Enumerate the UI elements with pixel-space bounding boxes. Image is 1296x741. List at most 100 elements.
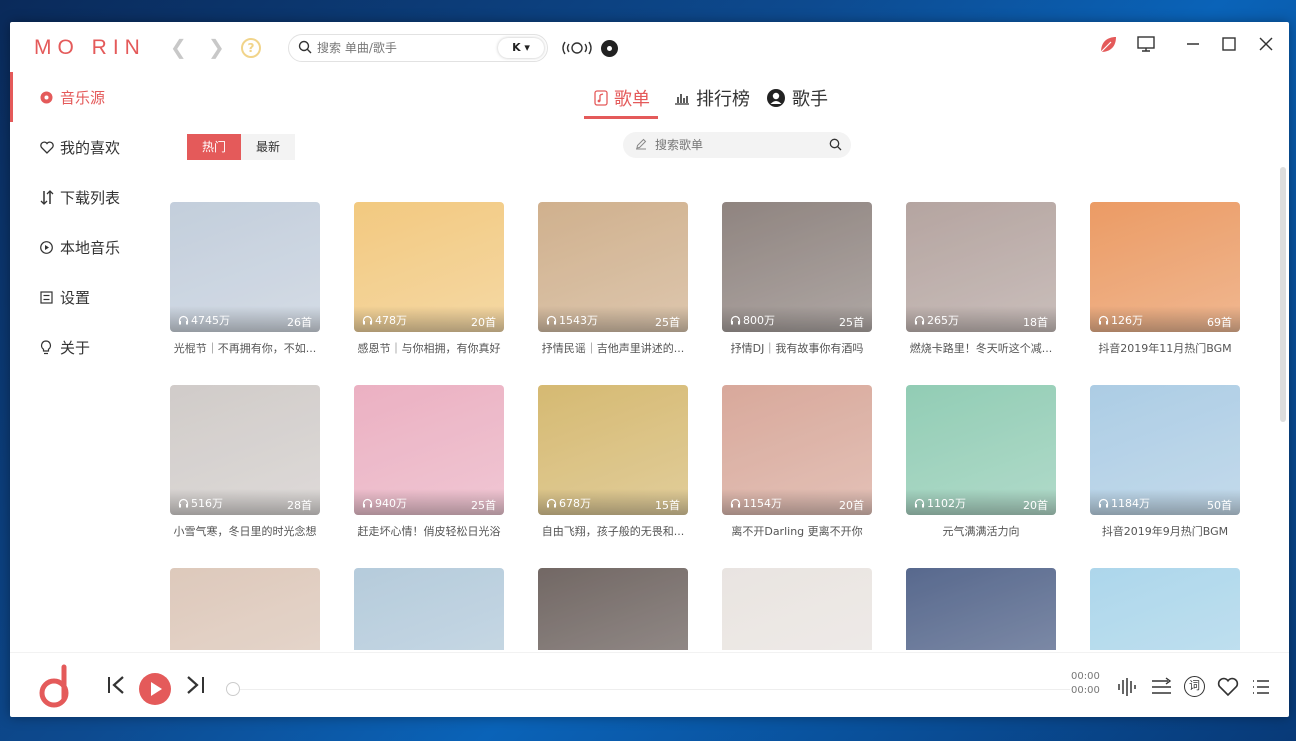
playlist-title[interactable]: 元气满满活力向 (906, 523, 1056, 539)
heart-icon[interactable] (1217, 677, 1239, 697)
time-total: 00:00 (1071, 685, 1100, 696)
play-count-text: 265万 (927, 314, 959, 327)
play-mode-icon[interactable] (1151, 677, 1173, 697)
sound-wave-icon[interactable] (560, 38, 594, 58)
tab-artists[interactable]: 歌手 (766, 80, 828, 116)
playlist-search-input[interactable] (655, 136, 815, 154)
playlist-cover[interactable] (538, 568, 688, 650)
playlist-title[interactable]: 感恩节｜与你相拥，有你真好 (354, 340, 504, 356)
previous-icon[interactable] (106, 675, 128, 695)
play-count-text: 478万 (375, 314, 407, 327)
playlist-card[interactable] (906, 568, 1056, 650)
playlist-title[interactable]: 抒情民谣｜吉他声里讲述的... (538, 340, 688, 356)
play-count: 4745万 (178, 312, 230, 328)
playlist-cover[interactable]: 126万 69首 (1090, 202, 1240, 332)
playlist-cover[interactable]: 516万 28首 (170, 385, 320, 515)
playlist-title[interactable]: 小雪气寒，冬日里的时光念想 (170, 523, 320, 539)
playlist-cover[interactable]: 1154万 20首 (722, 385, 872, 515)
playlist-card[interactable]: 265万 18首燃烧卡路里！冬天听这个减... (906, 202, 1056, 356)
playlist-title[interactable]: 离不开Darling 更离不开你 (722, 523, 872, 539)
sidebar-item-local-music[interactable]: 本地音乐 (10, 222, 160, 272)
play-count: 800万 (730, 312, 775, 328)
tab-charts[interactable]: 排行榜 (674, 80, 750, 116)
play-count: 1102万 (914, 495, 966, 511)
play-button[interactable] (139, 673, 171, 705)
playlist-card[interactable]: 800万 25首抒情DJ｜我有故事你有酒吗 (722, 202, 872, 356)
search-icon[interactable] (829, 138, 842, 151)
playlist-cover[interactable]: 265万 18首 (906, 202, 1056, 332)
maximize-icon[interactable] (1221, 34, 1237, 54)
playlist-cover[interactable]: 4745万 26首 (170, 202, 320, 332)
playlist-card[interactable]: 1102万 20首元气满满活力向 (906, 385, 1056, 539)
leaf-icon[interactable] (1097, 34, 1119, 56)
back-arrow-icon[interactable]: ❮ (170, 35, 187, 59)
app-window: MO RIN ❮ ❯ ? K ▾ (10, 22, 1289, 717)
playlist-card[interactable]: 4745万 26首光棍节｜不再拥有你，不如... (170, 202, 320, 356)
playlist-card[interactable] (722, 568, 872, 650)
sound-effect-icon[interactable] (1117, 677, 1137, 697)
monitor-icon[interactable] (1136, 34, 1156, 54)
playlist-card[interactable] (170, 568, 320, 650)
playlist-card[interactable]: 1154万 20首离不开Darling 更离不开你 (722, 385, 872, 539)
playlist-card[interactable]: 478万 20首感恩节｜与你相拥，有你真好 (354, 202, 504, 356)
playlist-cover[interactable] (354, 568, 504, 650)
playlist-card[interactable]: 516万 28首小雪气寒，冬日里的时光念想 (170, 385, 320, 539)
next-icon[interactable] (184, 675, 206, 695)
playlist-cover[interactable] (170, 568, 320, 650)
playlist-cover[interactable]: 678万 15首 (538, 385, 688, 515)
headphones-icon (1098, 315, 1109, 325)
close-icon[interactable] (1258, 34, 1274, 54)
sort-filter: 热门 最新 (187, 134, 295, 160)
sidebar-item-favorites[interactable]: 我的喜欢 (10, 122, 160, 172)
playlist-title[interactable]: 抖音2019年9月热门BGM (1090, 523, 1240, 539)
track-count: 18首 (1023, 316, 1048, 329)
playlist-cover[interactable]: 1184万 50首 (1090, 385, 1240, 515)
sidebar-item-music-source[interactable]: 音乐源 (10, 72, 160, 122)
headphones-icon (546, 498, 557, 508)
scrollbar[interactable] (1280, 167, 1286, 422)
engine-select[interactable]: K ▾ (498, 38, 544, 58)
playlist-title[interactable]: 赶走坏心情！俏皮轻松日光浴 (354, 523, 504, 539)
playlist-title[interactable]: 抒情DJ｜我有故事你有酒吗 (722, 340, 872, 356)
playlist-queue-icon[interactable] (1251, 677, 1271, 697)
playlist-cover[interactable]: 940万 25首 (354, 385, 504, 515)
playlist-cover[interactable]: 1543万 25首 (538, 202, 688, 332)
forward-arrow-icon[interactable]: ❯ (208, 35, 225, 59)
sidebar-item-settings[interactable]: 设置 (10, 272, 160, 322)
playlist-cover[interactable]: 1102万 20首 (906, 385, 1056, 515)
playlist-card[interactable]: 1543万 25首抒情民谣｜吉他声里讲述的... (538, 202, 688, 356)
playlist-title[interactable]: 光棍节｜不再拥有你，不如... (170, 340, 320, 356)
playlist-card[interactable]: 126万 69首抖音2019年11月热门BGM (1090, 202, 1240, 356)
sidebar-item-downloads[interactable]: 下载列表 (10, 172, 160, 222)
playlist-card[interactable] (1090, 568, 1240, 650)
sidebar-item-about[interactable]: 关于 (10, 322, 160, 372)
filter-new-button[interactable]: 最新 (241, 134, 295, 160)
playlist-card[interactable]: 678万 15首自由飞翔，孩子般的无畏和... (538, 385, 688, 539)
playlist-cover[interactable] (906, 568, 1056, 650)
progress-knob[interactable] (226, 682, 240, 696)
lyrics-button[interactable]: 词 (1184, 676, 1205, 697)
sidebar-item-label: 关于 (60, 338, 91, 357)
help-icon[interactable]: ? (241, 38, 261, 58)
playlist-title[interactable]: 自由飞翔，孩子般的无畏和... (538, 523, 688, 539)
play-count-text: 1184万 (1111, 497, 1150, 510)
play-count: 126万 (1098, 312, 1143, 328)
progress-track[interactable] (235, 689, 1070, 690)
headphones-icon (362, 315, 373, 325)
play-count-text: 1154万 (743, 497, 782, 510)
playlist-title[interactable]: 抖音2019年11月热门BGM (1090, 340, 1240, 356)
disc-icon[interactable] (601, 40, 618, 57)
playlist-card[interactable] (354, 568, 504, 650)
playlist-card[interactable] (538, 568, 688, 650)
playlist-title[interactable]: 燃烧卡路里！冬天听这个减... (906, 340, 1056, 356)
playlist-cover[interactable] (722, 568, 872, 650)
song-search-input[interactable] (317, 39, 487, 57)
playlist-cover[interactable]: 800万 25首 (722, 202, 872, 332)
playlist-card[interactable]: 1184万 50首抖音2019年9月热门BGM (1090, 385, 1240, 539)
playlist-card[interactable]: 940万 25首赶走坏心情！俏皮轻松日光浴 (354, 385, 504, 539)
playlist-cover[interactable]: 478万 20首 (354, 202, 504, 332)
playlist-cover[interactable] (1090, 568, 1240, 650)
minimize-icon[interactable] (1185, 34, 1201, 54)
tab-playlists[interactable]: 歌单 (584, 80, 658, 119)
filter-hot-button[interactable]: 热门 (187, 134, 241, 160)
